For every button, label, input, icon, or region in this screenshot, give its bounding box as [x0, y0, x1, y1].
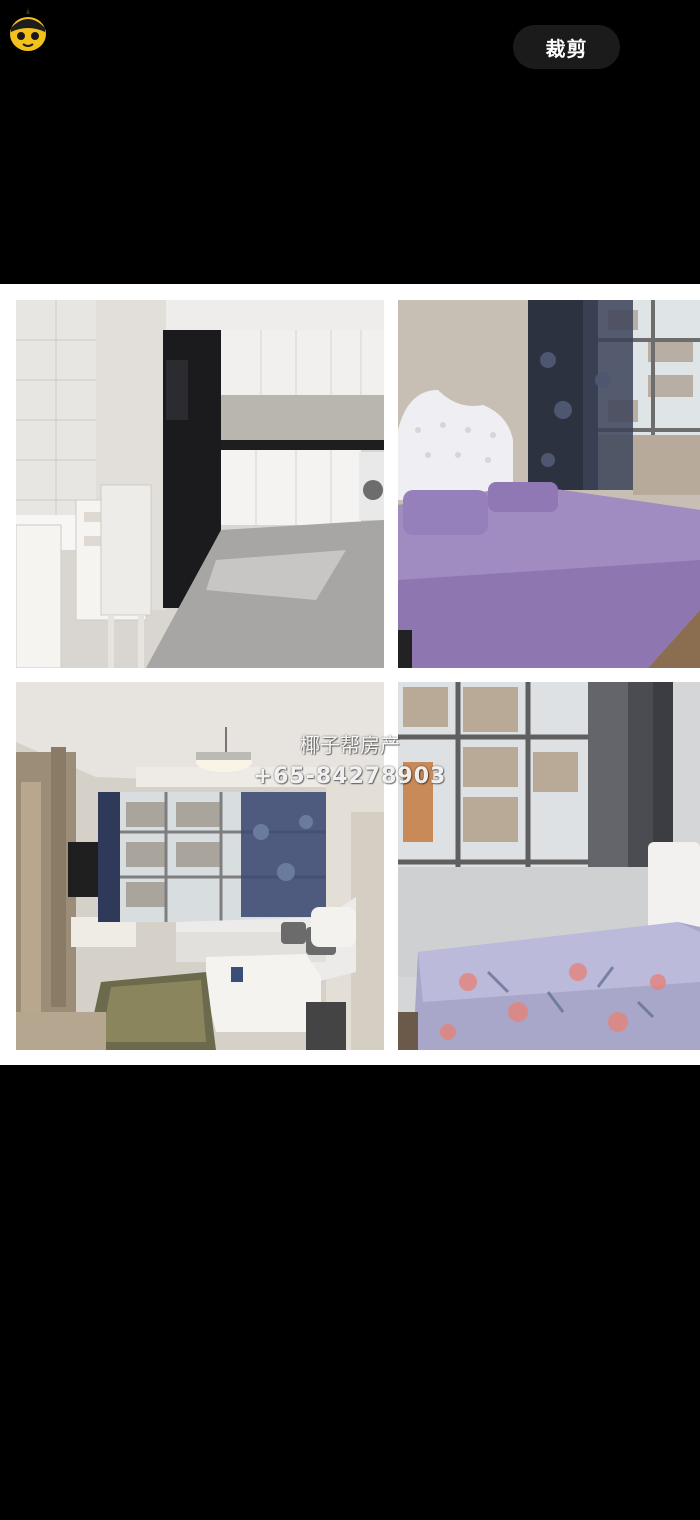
master-bedroom-photo: [398, 300, 700, 668]
living-room-photo: [16, 682, 384, 1050]
crop-button[interactable]: 裁剪: [513, 25, 620, 69]
kitchen-dining-photo: [16, 300, 384, 668]
coconut-avatar-icon[interactable]: [8, 4, 48, 56]
listing-collage-image: [0, 284, 700, 1065]
second-bedroom-photo: [398, 682, 700, 1050]
